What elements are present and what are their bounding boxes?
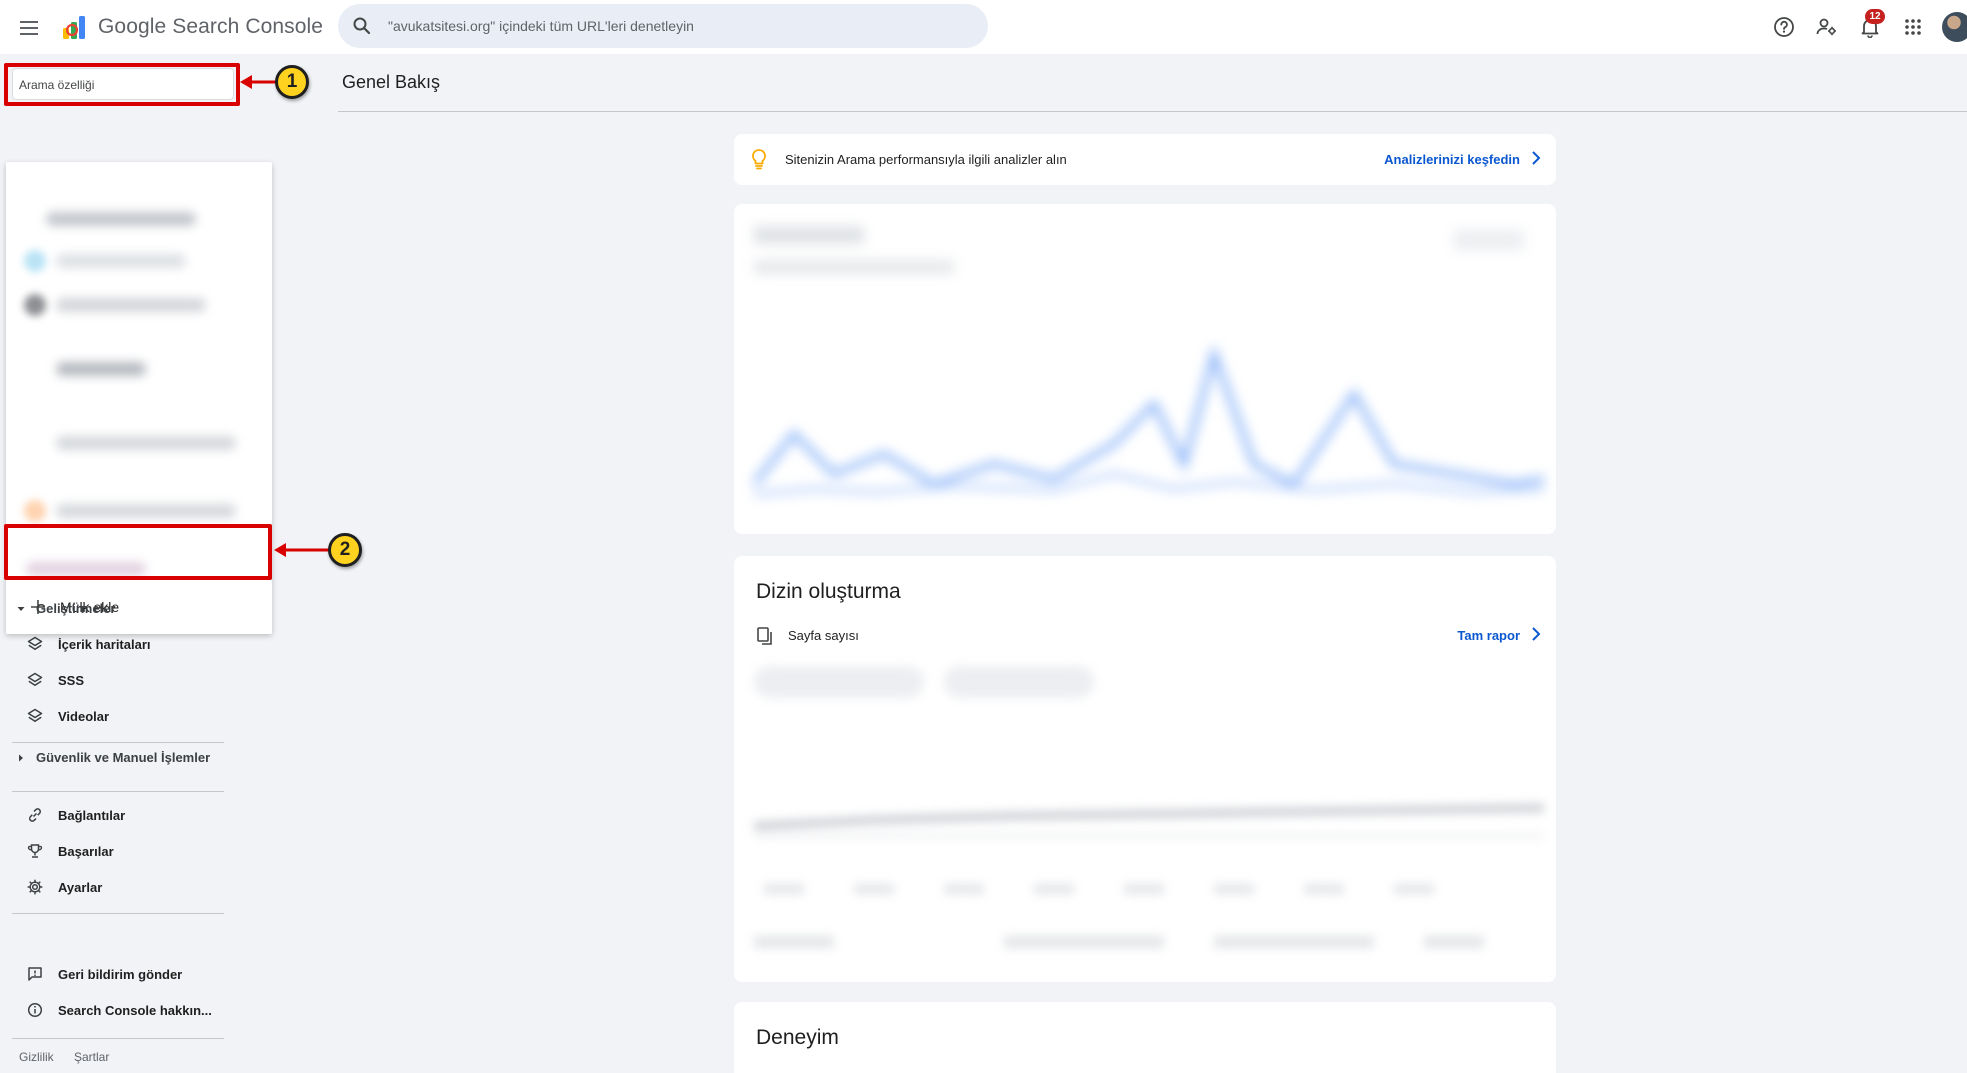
insights-tip-card: Sitenizin Arama performansıyla ilgili an… [734,134,1556,185]
nav-item-links[interactable]: Bağlantılar [26,803,125,827]
annotation-highlight-add-property [4,524,272,580]
lightbulb-icon [750,148,768,175]
nav-item-label: İçerik haritaları [58,636,151,652]
tip-text: Sitenizin Arama performansıyla ilgili an… [785,152,1067,167]
blurred-subtitle [754,260,954,274]
manage-users-icon[interactable] [1813,13,1841,41]
experience-card: Deneyim [734,1002,1556,1073]
layers-icon [26,635,44,653]
sidebar-divider [12,913,224,914]
blurred-title [754,226,864,244]
chevron-right-icon[interactable] [1530,626,1542,647]
annotation-step-2-badge: 2 [328,533,362,567]
layers-icon [26,671,44,689]
top-app-bar: Google Search Console 12 [0,0,1967,54]
page-title: Genel Bakış [342,72,441,92]
url-inspection-search[interactable] [338,4,988,48]
nav-item-faq[interactable]: SSS [26,668,84,692]
pages-count-label: Sayfa sayısı [788,628,859,643]
experience-title: Deneyim [756,1026,839,1049]
sidebar-divider [12,791,224,792]
nav-item-achievements[interactable]: Başarılar [26,839,114,863]
account-avatar[interactable] [1942,12,1967,42]
caret-down-icon [14,602,28,616]
nav-item-label: Search Console hakkın... [58,1002,212,1018]
nav-section-label: Geliştirmeler [36,601,116,616]
app-name[interactable]: Google Search Console [98,15,323,39]
blurred-performance-chart [754,344,1544,497]
nav-section-enhancements[interactable]: Geliştirmeler [14,601,116,616]
annotation-arrow-2 [274,543,330,557]
title-divider [338,111,1967,112]
nav-item-label: Başarılar [58,843,114,859]
blurred-chip [754,666,924,698]
nav-item-videos[interactable]: Videolar [26,704,109,728]
nav-item-label: SSS [58,672,85,688]
nav-section-security[interactable]: Güvenlik ve Manuel İşlemler [14,750,210,765]
search-console-logo-icon[interactable] [60,12,90,42]
nav-item-feedback[interactable]: Geri bildirim gönder [26,962,182,986]
privacy-link[interactable]: Gizlilik [19,1050,54,1064]
menu-icon[interactable] [16,14,44,42]
annotation-arrow-1 [240,75,278,89]
blurred-button [1454,230,1524,250]
nav-section-label: Güvenlik ve Manuel İşlemler [36,750,211,765]
sidebar-divider [12,1038,224,1039]
indexing-title: Dizin oluşturma [756,580,901,603]
nav-item-settings[interactable]: Ayarlar [26,875,102,899]
terms-link[interactable]: Şartlar [74,1050,109,1064]
nav-item-label: Geri bildirim gönder [58,966,183,982]
apps-grid-icon[interactable] [1899,13,1927,41]
link-icon [26,806,44,824]
help-icon[interactable] [1770,13,1798,41]
caret-right-icon [14,751,28,765]
nav-item-label: Videolar [58,708,110,724]
explore-insights-link[interactable]: Analizlerinizi keşfedin [1384,152,1520,167]
trophy-icon [26,842,44,860]
full-report-link[interactable]: Tam rapor [1457,628,1520,643]
search-icon [352,16,372,41]
layers-icon [26,707,44,725]
performance-card-blurred[interactable] [734,204,1556,534]
nav-item-about[interactable]: Search Console hakkın... [26,998,212,1022]
nav-item-label: Bağlantılar [58,807,126,823]
chevron-right-icon[interactable] [1530,150,1542,171]
url-inspection-input[interactable] [388,12,968,40]
notification-count-badge: 12 [1865,9,1885,24]
nav-item-sitemaps[interactable]: İçerik haritaları [26,632,151,656]
annotation-highlight-property-search [4,63,240,106]
gear-icon [26,878,44,896]
blurred-indexing-chart [754,804,1544,948]
annotation-step-1-badge: 1 [275,65,309,99]
feedback-icon [26,965,44,983]
sidebar-divider [12,742,224,743]
pages-icon [756,626,774,651]
nav-item-label: Ayarlar [58,879,103,895]
indexing-card: Dizin oluşturma Sayfa sayısı Tam rapor [734,556,1556,982]
blurred-chip [944,666,1094,698]
info-icon [26,1001,44,1019]
